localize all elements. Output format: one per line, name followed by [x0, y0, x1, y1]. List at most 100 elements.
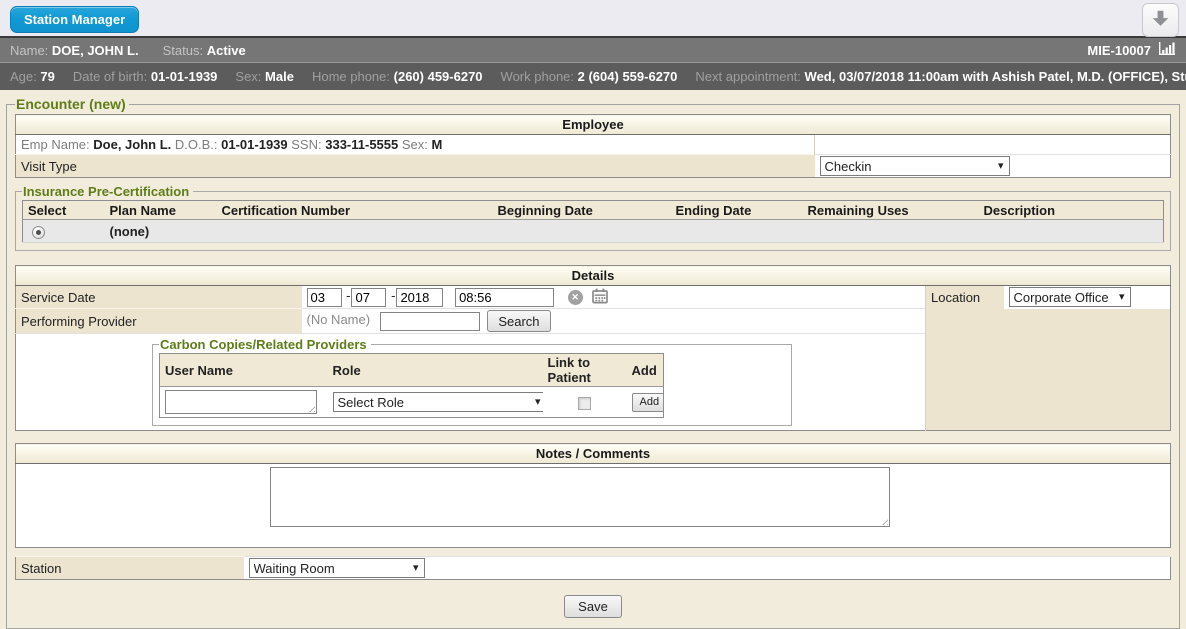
download-icon — [1150, 8, 1171, 32]
emp-ssn-label: SSN: — [291, 137, 321, 152]
age-value: 79 — [40, 69, 54, 84]
work-phone-value: 2 (604) 559-6270 — [578, 69, 678, 84]
next-appointment-pair: Next appointment: Wed, 03/07/2018 11:00a… — [695, 69, 1186, 84]
emp-name-value: Doe, John L. — [93, 137, 171, 152]
col-ending-date: Ending Date — [671, 201, 803, 220]
employee-section-header: Employee — [16, 115, 1171, 135]
col-role: Role — [328, 354, 543, 387]
carbon-copies-table: User Name Role Link to Patient Add — [159, 353, 664, 418]
emp-ssn-value: 333-11-5555 — [325, 137, 398, 152]
notes-table: Notes / Comments — [15, 443, 1171, 548]
calendar-icon[interactable] — [592, 288, 608, 307]
dob-label: Date of birth: — [73, 69, 147, 84]
service-time-input[interactable] — [455, 288, 554, 307]
col-link-to-patient: Link to Patient — [543, 354, 627, 387]
add-button[interactable]: Add — [632, 393, 664, 412]
table-row: (none) — [23, 220, 1164, 243]
patient-id: MIE-10007 — [1087, 43, 1151, 58]
col-user-name: User Name — [160, 354, 328, 387]
location-select[interactable]: Corporate Office — [1009, 287, 1131, 307]
carbon-copies-title: Carbon Copies/Related Providers — [159, 337, 371, 352]
col-select: Select — [23, 201, 105, 220]
dob-pair: Date of birth: 01-01-1939 — [73, 69, 218, 84]
station-table: Station Waiting Room — [15, 556, 1171, 580]
date-separator: - — [391, 288, 395, 303]
notes-section-header: Notes / Comments — [16, 444, 1171, 464]
details-table: Details Service Date - - — [15, 265, 1171, 431]
status-value: Active — [207, 43, 246, 58]
performing-provider-empty-text: (No Name) — [307, 312, 371, 327]
clear-date-icon[interactable] — [568, 290, 583, 305]
demographics-bar: Age: 79 Date of birth: 01-01-1939 Sex: M… — [0, 63, 1186, 90]
insurance-precert-table: Select Plan Name Certification Number Be… — [22, 200, 1164, 243]
plan-name-value: (none) — [105, 220, 217, 243]
sex-value: Male — [265, 69, 294, 84]
patient-name-pair: Name: DOE, JOHN L. — [10, 43, 139, 58]
employee-table: Employee Emp Name: Doe, John L. D.O.B.: … — [15, 114, 1171, 178]
link-to-patient-checkbox[interactable] — [578, 397, 591, 410]
role-select[interactable]: Select Role — [333, 392, 543, 412]
notes-textarea[interactable] — [270, 467, 890, 527]
location-label: Location — [926, 286, 1004, 309]
service-date-month-input[interactable] — [307, 288, 342, 307]
col-plan-name: Plan Name — [105, 201, 217, 220]
service-date-label: Service Date — [16, 286, 302, 309]
emp-sex-label: Sex: — [402, 137, 428, 152]
work-phone-pair: Work phone: 2 (604) 559-6270 — [501, 69, 678, 84]
performing-provider-cell: (No Name) Search — [302, 309, 926, 334]
top-bar: Station Manager — [0, 0, 1186, 38]
next-appointment-label: Next appointment: — [695, 69, 801, 84]
sex-pair: Sex: Male — [235, 69, 294, 84]
details-right-spacer — [926, 309, 1171, 431]
age-pair: Age: 79 — [10, 69, 55, 84]
plan-none-radio[interactable] — [32, 226, 45, 239]
emp-dob-label: D.O.B.: — [175, 137, 218, 152]
encounter-fieldset: Encounter (new) Employee Emp Name: Doe, … — [6, 96, 1180, 629]
station-label: Station — [16, 557, 244, 580]
search-button[interactable]: Search — [487, 310, 550, 332]
table-row: Select Role Add — [160, 387, 664, 418]
home-phone-pair: Home phone: (260) 459-6270 — [312, 69, 483, 84]
home-phone-value: (260) 459-6270 — [394, 69, 483, 84]
carbon-copies-fieldset: Carbon Copies/Related Providers User Nam… — [152, 337, 792, 426]
service-date-cell: - - — [302, 286, 926, 309]
performing-provider-input[interactable] — [380, 312, 480, 331]
dob-value: 01-01-1939 — [151, 69, 218, 84]
col-certification-number: Certification Number — [217, 201, 493, 220]
download-button[interactable] — [1142, 3, 1179, 37]
save-row: Save — [15, 595, 1171, 618]
visit-type-label: Visit Type — [16, 155, 815, 178]
station-select[interactable]: Waiting Room — [249, 558, 425, 578]
col-add: Add — [627, 354, 664, 387]
work-phone-label: Work phone: — [501, 69, 574, 84]
employee-info: Emp Name: Doe, John L. D.O.B.: 01-01-193… — [16, 135, 815, 155]
patient-status-pair: Status: Active — [163, 43, 246, 58]
patient-name: DOE, JOHN L. — [52, 43, 139, 58]
name-label: Name: — [10, 43, 48, 58]
insurance-precert-title: Insurance Pre-Certification — [22, 184, 193, 199]
home-phone-label: Home phone: — [312, 69, 390, 84]
col-description: Description — [979, 201, 1164, 220]
service-date-year-input[interactable] — [396, 288, 443, 307]
emp-name-label: Emp Name: — [21, 137, 90, 152]
station-manager-button[interactable]: Station Manager — [10, 6, 139, 33]
details-section-header: Details — [16, 266, 1171, 286]
save-button[interactable]: Save — [564, 595, 622, 618]
employee-info-spacer — [815, 135, 1171, 155]
col-beginning-date: Beginning Date — [493, 201, 671, 220]
service-date-day-input[interactable] — [351, 288, 386, 307]
chart-icon[interactable] — [1158, 41, 1176, 59]
performing-provider-label: Performing Provider — [16, 309, 302, 334]
date-separator: - — [346, 288, 350, 303]
page-title: Encounter (new) — [15, 96, 129, 112]
visit-type-select[interactable]: Checkin — [820, 156, 1010, 176]
sex-label: Sex: — [235, 69, 261, 84]
user-name-input[interactable] — [165, 390, 317, 414]
status-label: Status: — [163, 43, 203, 58]
patient-bar: Name: DOE, JOHN L. Status: Active MIE-10… — [0, 38, 1186, 63]
age-label: Age: — [10, 69, 37, 84]
next-appointment-value: Wed, 03/07/2018 11:00am with Ashish Pate… — [805, 69, 1186, 84]
main-content: Encounter (new) Employee Emp Name: Doe, … — [0, 90, 1186, 629]
col-remaining-uses: Remaining Uses — [803, 201, 979, 220]
emp-dob-value: 01-01-1939 — [221, 137, 288, 152]
